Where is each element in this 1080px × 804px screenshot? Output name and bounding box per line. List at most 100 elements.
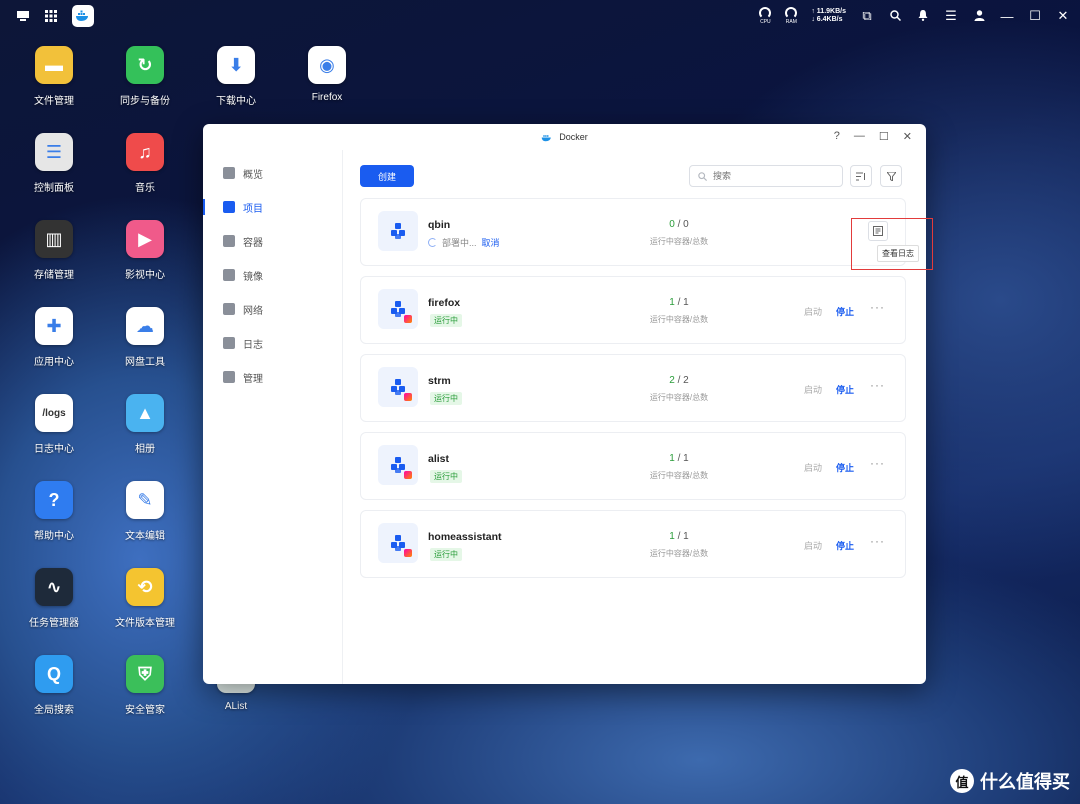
cpu-gauge-icon[interactable]: CPU: [759, 7, 772, 25]
projects-panel: 创建 qbin 部署中... 取消 0 / 0 运行中容器/总数 firefox 运行中 1 …: [344, 150, 926, 684]
desktop-icon[interactable]: ∿ 任务管理器: [14, 568, 94, 629]
running-count: 1: [669, 531, 675, 542]
filter-button[interactable]: [880, 165, 902, 187]
sidebar-item[interactable]: 管理: [203, 360, 342, 394]
notification-bell-icon[interactable]: [916, 9, 930, 24]
desktop-icon[interactable]: ▶ 影视中心: [105, 220, 185, 281]
network-speed[interactable]: ↑ 11.9KB/s ↓ 6.4KB/s: [811, 8, 846, 24]
total-count: 1: [683, 453, 689, 464]
more-options-icon[interactable]: ···: [870, 300, 885, 314]
badge-icon: [404, 549, 412, 557]
desktop-icon[interactable]: ⟲ 文件版本管理: [105, 568, 185, 629]
watermark-logo: 值: [950, 769, 974, 793]
window-maximize-icon[interactable]: ☐: [879, 130, 889, 143]
app-label: AList: [224, 701, 248, 712]
minimize-icon[interactable]: —: [1000, 9, 1014, 24]
desktop-icon[interactable]: ▥ 存储管理: [14, 220, 94, 281]
user-avatar-icon[interactable]: [972, 9, 986, 24]
sidebar-item[interactable]: 日志: [203, 326, 342, 360]
show-desktop-icon[interactable]: [16, 9, 30, 23]
count-caption: 运行中容器/总数: [649, 237, 709, 246]
project-card[interactable]: alist 运行中 1 / 1 运行中容器/总数 启动 停止 ···: [360, 432, 906, 500]
start-button[interactable]: 启动: [804, 305, 822, 318]
project-card[interactable]: qbin 部署中... 取消 0 / 0 运行中容器/总数: [360, 198, 906, 266]
network-icon: [223, 303, 235, 315]
search-icon[interactable]: [888, 9, 902, 24]
maximize-icon[interactable]: ☐: [1028, 8, 1042, 24]
app-icon: ☁: [126, 307, 164, 345]
stop-button[interactable]: 停止: [836, 383, 854, 396]
stop-button[interactable]: 停止: [836, 305, 854, 318]
app-icon: ✎: [126, 481, 164, 519]
status-badge: 运行中: [430, 314, 462, 327]
project-card[interactable]: strm 运行中 2 / 2 运行中容器/总数 启动 停止 ···: [360, 354, 906, 422]
manage-icon: [223, 371, 235, 383]
sidebar-item[interactable]: 容器: [203, 224, 342, 258]
more-options-icon[interactable]: ···: [870, 378, 885, 392]
app-icon: ▬: [35, 46, 73, 84]
sidebar-item[interactable]: 项目: [203, 190, 342, 224]
search-input[interactable]: [713, 171, 833, 181]
ram-gauge-icon[interactable]: RAM: [785, 7, 798, 25]
sidebar-item[interactable]: 镜像: [203, 258, 342, 292]
stop-button[interactable]: 停止: [836, 461, 854, 474]
sidebar-item[interactable]: 概览: [203, 156, 342, 190]
desktop-icon[interactable]: ◉ Firefox: [287, 46, 367, 103]
docker-taskbar-icon[interactable]: [72, 5, 94, 27]
badge-icon: [404, 315, 412, 323]
start-button[interactable]: 启动: [804, 383, 822, 396]
desktop-icon[interactable]: ♫ 音乐: [105, 133, 185, 194]
more-options-icon[interactable]: ···: [870, 534, 885, 548]
sidebar-item-label: 容器: [243, 237, 263, 249]
container-count: 1 / 1: [669, 297, 689, 308]
multi-window-icon[interactable]: ⧉: [860, 8, 874, 24]
app-icon: ✚: [35, 307, 73, 345]
docker-window: Docker ? — ☐ ✕ 概览项目容器镜像网络日志管理 创建 qbin 部署中…: [203, 124, 926, 684]
total-count: 1: [683, 531, 689, 542]
more-options-icon[interactable]: ···: [870, 456, 885, 470]
app-label: 相册: [135, 444, 155, 455]
create-button[interactable]: 创建: [360, 165, 414, 187]
project-card[interactable]: firefox 运行中 1 / 1 运行中容器/总数 启动 停止 ···: [360, 276, 906, 344]
start-button[interactable]: 启动: [804, 539, 822, 552]
window-minimize-icon[interactable]: —: [854, 130, 865, 143]
app-label: 存储管理: [34, 270, 74, 281]
help-icon[interactable]: ?: [834, 130, 840, 143]
desktop-icon[interactable]: Q 全局搜索: [14, 655, 94, 716]
desktop-icon[interactable]: ✎ 文本编辑: [105, 481, 185, 542]
desktop-icon[interactable]: ✚ 应用中心: [14, 307, 94, 368]
project-cube-icon: [378, 445, 418, 485]
app-grid-icon[interactable]: [44, 9, 58, 23]
window-titlebar[interactable]: Docker: [203, 124, 926, 150]
project-card[interactable]: homeassistant 运行中 1 / 1 运行中容器/总数 启动 停止 ···: [360, 510, 906, 578]
start-button[interactable]: 启动: [804, 461, 822, 474]
app-icon: Q: [35, 655, 73, 693]
highlight-box: [851, 218, 933, 270]
desktop-icon[interactable]: ☁ 网盘工具: [105, 307, 185, 368]
desktop-icon[interactable]: ▬ 文件管理: [14, 46, 94, 107]
desktop-icon[interactable]: ⬇ 下载中心: [196, 46, 276, 107]
sidebar-item[interactable]: 网络: [203, 292, 342, 326]
desktop-icon[interactable]: ▲ 相册: [105, 394, 185, 455]
deploy-status: 部署中... 取消: [428, 236, 500, 249]
sort-button[interactable]: [850, 165, 872, 187]
task-list-icon[interactable]: ☰: [944, 8, 958, 24]
status-badge: 运行中: [430, 548, 462, 561]
desktop-icon[interactable]: ? 帮助中心: [14, 481, 94, 542]
desktop-icon[interactable]: ⛨ 安全管家: [105, 655, 185, 716]
desktop-icon[interactable]: ↻ 同步与备份: [105, 46, 185, 107]
count-caption: 运行中容器/总数: [649, 471, 709, 480]
window-close-icon[interactable]: ✕: [903, 130, 912, 143]
app-label: 下载中心: [216, 96, 256, 107]
close-icon[interactable]: ✕: [1056, 8, 1070, 24]
view-log-tooltip: 查看日志: [877, 245, 919, 262]
cancel-link[interactable]: 取消: [482, 236, 500, 249]
desktop-icon[interactable]: /logs 日志中心: [14, 394, 94, 455]
desktop-icon[interactable]: ☰ 控制面板: [14, 133, 94, 194]
app-label: 文件管理: [34, 96, 74, 107]
search-box[interactable]: [689, 165, 843, 187]
total-count: 2: [683, 375, 689, 386]
app-icon: ⬇: [217, 46, 255, 84]
stop-button[interactable]: 停止: [836, 539, 854, 552]
project-cube-icon: [378, 289, 418, 329]
